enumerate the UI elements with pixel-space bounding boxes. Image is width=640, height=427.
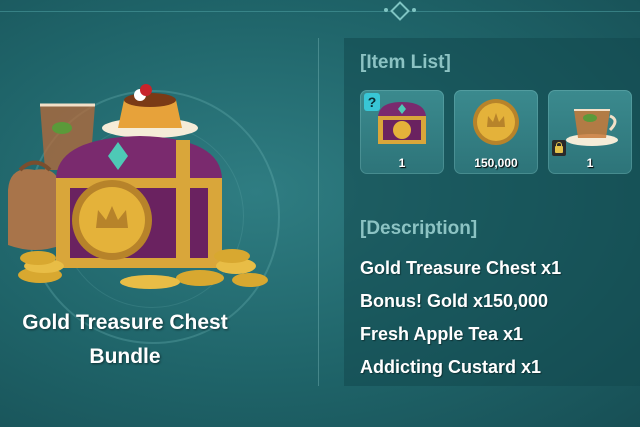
bundle-title: Gold Treasure Chest Bundle bbox=[0, 306, 250, 374]
apple-tea-icon bbox=[566, 109, 618, 146]
description-heading: [Description] bbox=[360, 218, 478, 239]
treasure-chest-bundle-icon bbox=[8, 84, 268, 289]
item-slot-apple-tea[interactable]: 1 bbox=[548, 90, 632, 174]
item-slot-gold-coin[interactable]: 150,000 bbox=[454, 90, 538, 174]
bundle-panel: Gold Treasure Chest Bundle bbox=[0, 0, 318, 427]
mystery-badge: ? bbox=[364, 93, 380, 111]
description-line: Gold Treasure Chest x1 bbox=[360, 258, 562, 278]
description-line: Addicting Custard x1 bbox=[360, 357, 542, 377]
item-quantity: 1 bbox=[398, 156, 406, 170]
item-list-heading: [Item List] bbox=[360, 52, 451, 73]
item-slot-treasure-chest[interactable]: ? 1 bbox=[360, 90, 444, 174]
bundle-title-line1: Gold Treasure Chest bbox=[22, 311, 228, 334]
diamond-ornament-icon bbox=[390, 1, 410, 21]
bundle-title-line2: Bundle bbox=[89, 345, 161, 368]
item-quantity: 150,000 bbox=[474, 156, 518, 170]
description-line: Fresh Apple Tea x1 bbox=[360, 324, 524, 344]
panel-divider bbox=[318, 38, 319, 386]
treasure-chest-icon bbox=[378, 102, 426, 144]
description-line: Bonus! Gold x150,000 bbox=[360, 291, 549, 311]
item-quantity: 1 bbox=[586, 156, 594, 170]
description-list: Gold Treasure Chest x1 Bonus! Gold x150,… bbox=[360, 252, 561, 384]
details-panel: [Item List] ? 1 150,000 1 [Description] … bbox=[344, 38, 640, 386]
lock-icon bbox=[552, 140, 566, 156]
gold-coin-icon bbox=[473, 99, 519, 145]
